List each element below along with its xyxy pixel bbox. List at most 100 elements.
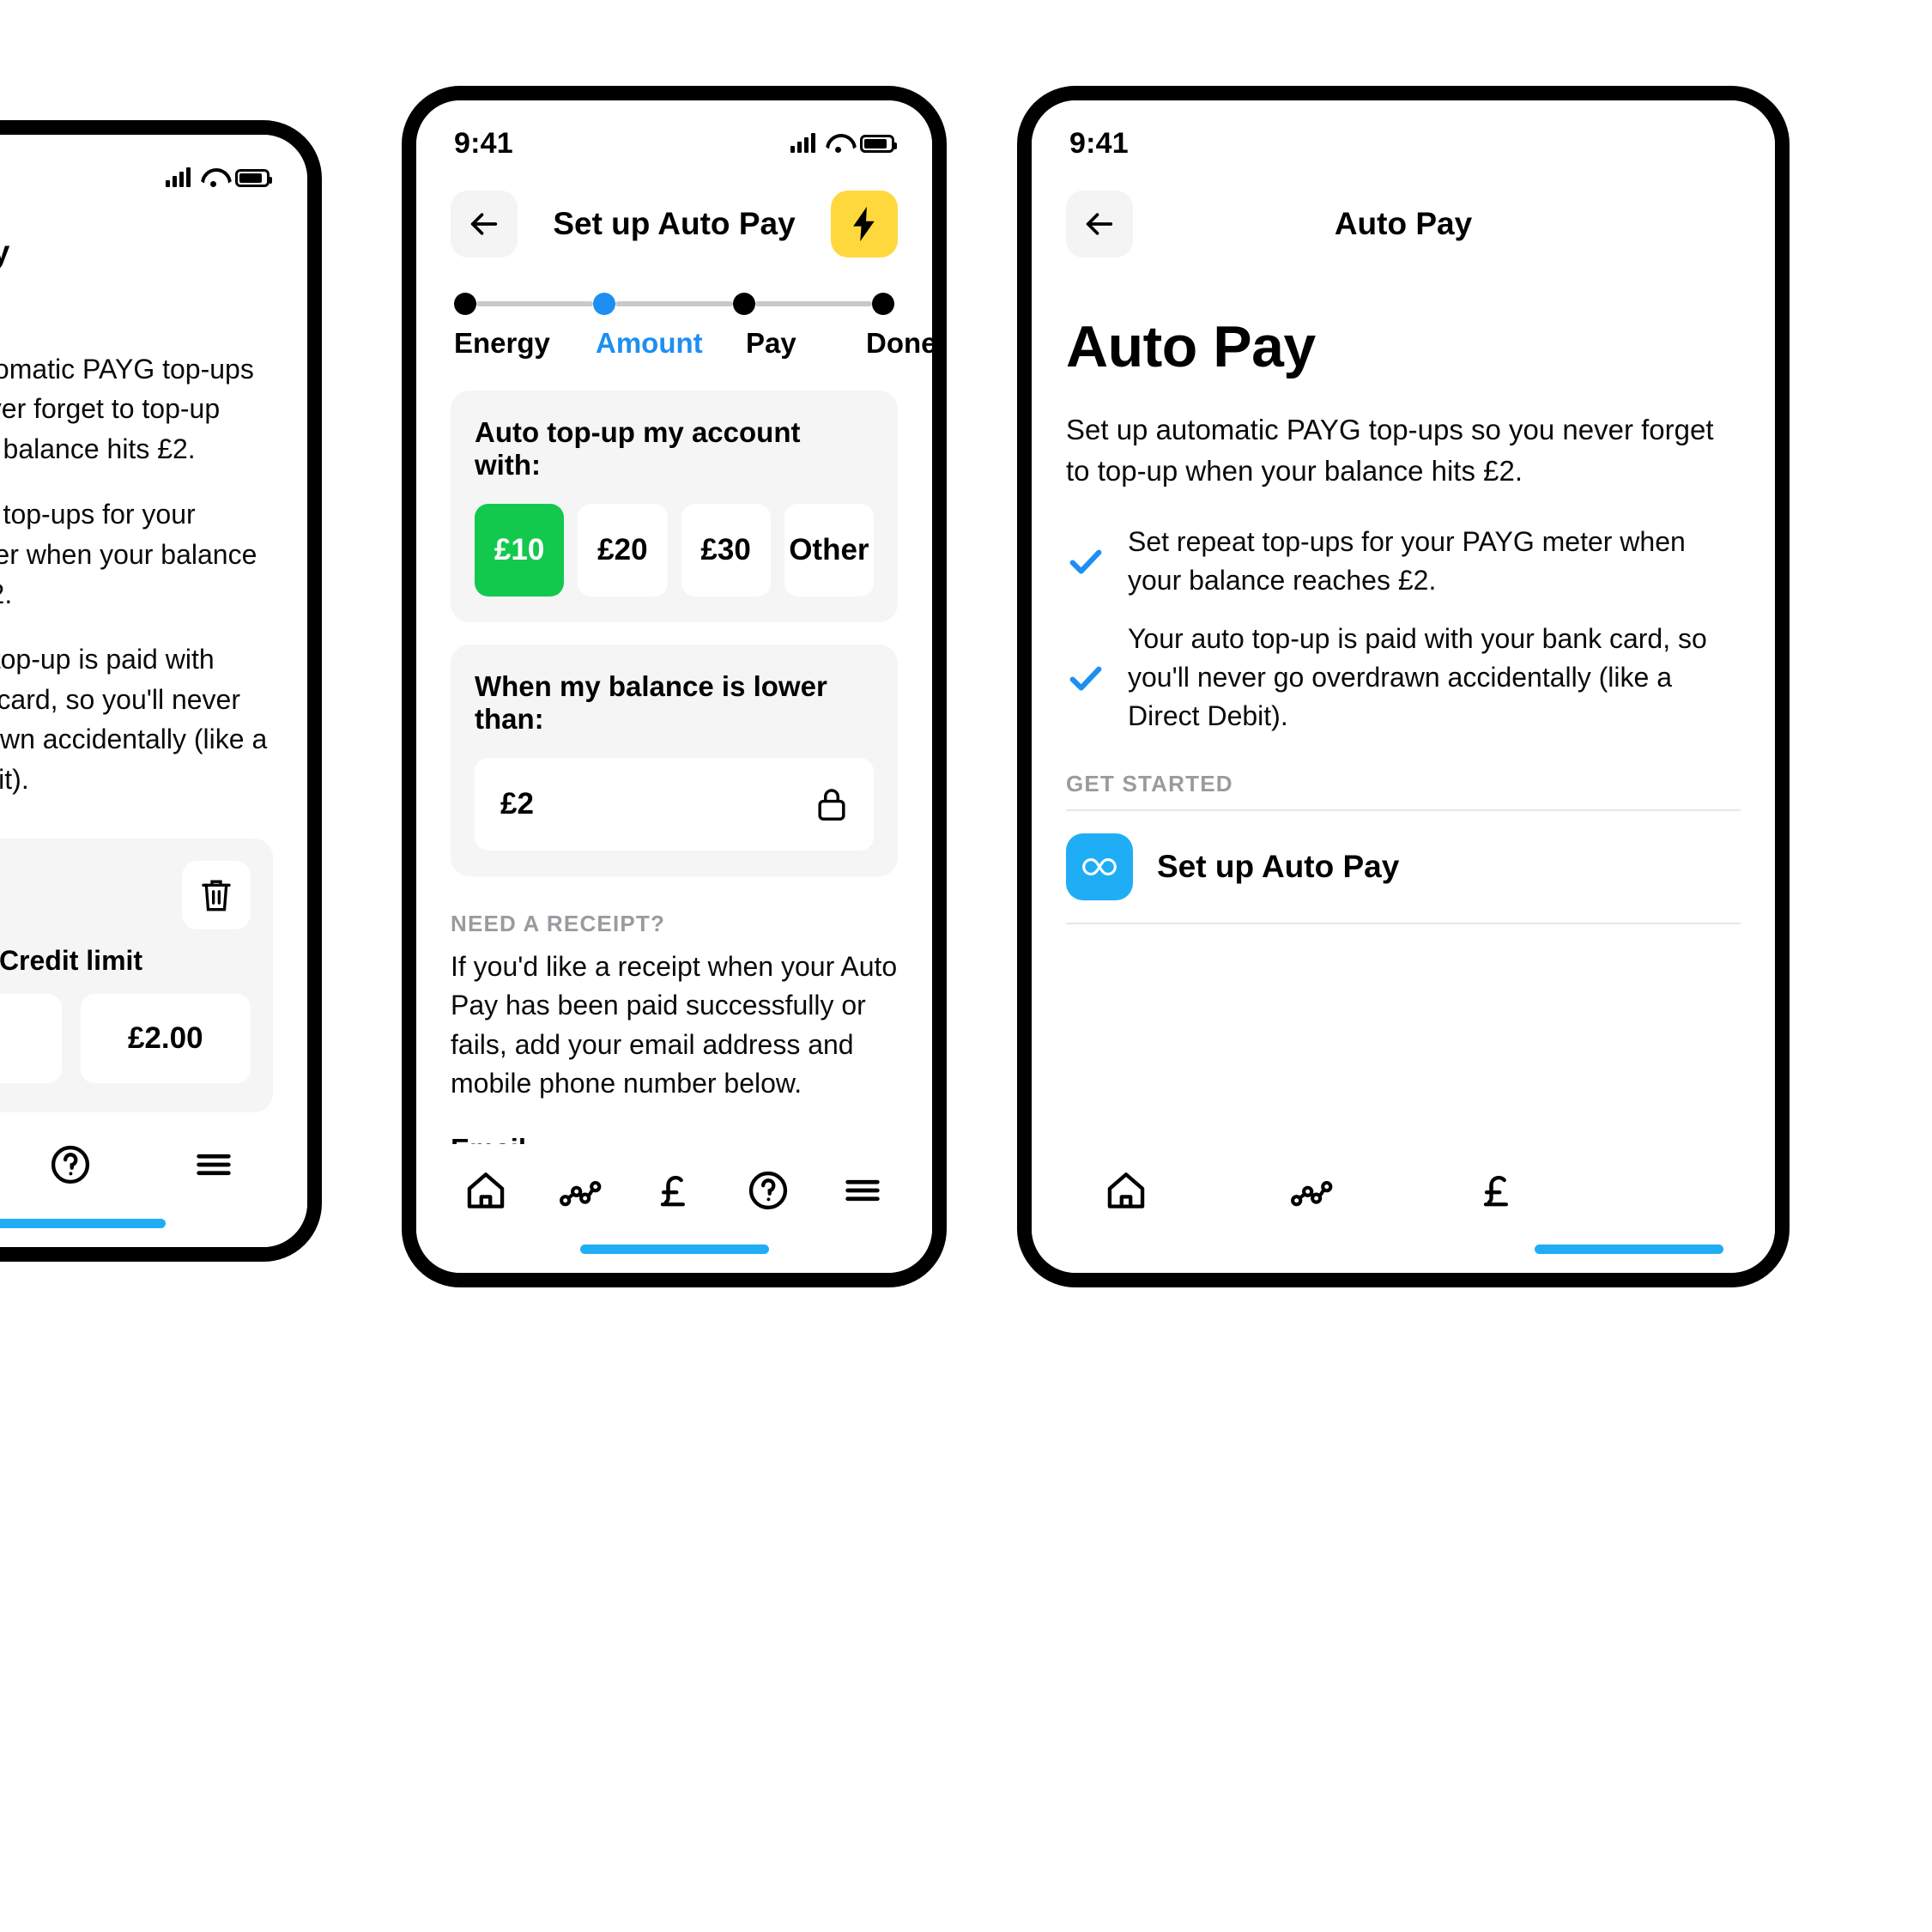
credit-limit-values: £2.00 — [0, 993, 251, 1083]
amount-option-10[interactable]: £10 — [475, 504, 565, 597]
arrow-left-icon — [1086, 213, 1113, 235]
tab-home[interactable] — [445, 1158, 527, 1223]
left-status-bar — [0, 135, 307, 205]
status-time: 9:41 — [454, 126, 513, 160]
right-intro: Set up automatic PAYG top-ups so you nev… — [1066, 414, 1714, 487]
mockup-stage: Auto Pay Set up automatic PAYG top-ups s… — [0, 0, 1932, 1932]
left-paragraph-2: Set repeat top-ups for your PAYG meter w… — [0, 499, 257, 609]
battery-icon — [235, 168, 272, 187]
right-tab-bar — [1032, 1144, 1775, 1273]
wifi-icon — [826, 134, 850, 153]
step-dot-pay[interactable] — [732, 293, 755, 315]
left-body: Set up automatic PAYG top-ups so you nev… — [0, 349, 273, 799]
battery-icon — [860, 134, 897, 153]
threshold-card-title: When my balance is lower than: — [475, 670, 827, 735]
left-screen: Auto Pay Set up automatic PAYG top-ups s… — [0, 135, 307, 1247]
step-dot-energy[interactable] — [454, 293, 476, 315]
wifi-icon — [201, 168, 225, 187]
tab-payments[interactable] — [1456, 1158, 1538, 1223]
quick-action-button[interactable] — [831, 191, 898, 257]
infinity-icon-badge — [1066, 833, 1133, 900]
right-status-bar: 9:41 — [1032, 100, 1775, 171]
amount-card-title: Auto top-up my account with: — [475, 416, 801, 481]
step-label-amount: Amount — [596, 327, 703, 359]
amount-option-other[interactable]: Other — [784, 504, 874, 597]
home-indicator — [579, 1245, 769, 1254]
left-tab-bar — [0, 1118, 307, 1247]
check-icon — [1066, 658, 1105, 698]
right-heading: Auto Pay — [1066, 314, 1316, 379]
step-segment-2 — [615, 301, 733, 306]
status-icons — [790, 133, 897, 153]
lock-icon — [818, 789, 845, 821]
status-icons — [166, 167, 272, 187]
amount-options: £10 £20 £30 Other — [475, 504, 874, 597]
left-paragraph-3: Your auto top-up is paid with your bank … — [0, 644, 268, 795]
hamburger-icon — [197, 1154, 231, 1176]
tab-menu[interactable] — [821, 1158, 904, 1223]
lightning-bolt-icon — [853, 206, 875, 242]
credit-limit-card: Credit limit £2.00 — [0, 838, 273, 1112]
pound-icon — [1483, 1175, 1508, 1207]
tab-usage[interactable] — [539, 1158, 621, 1223]
right-screen: 9:41 Auto Pay Auto Pay Set up automatic … — [1032, 100, 1775, 1273]
center-status-bar: 9:41 — [416, 100, 932, 171]
delete-button[interactable] — [182, 860, 251, 930]
phone-left: Auto Pay Set up automatic PAYG top-ups s… — [0, 120, 322, 1262]
phone-right: 9:41 Auto Pay Auto Pay Set up automatic … — [1017, 86, 1790, 1287]
home-indicator — [1535, 1245, 1723, 1254]
benefit-text-2: Your auto top-up is paid with your bank … — [1128, 622, 1707, 732]
get-started-label: GET STARTED — [1066, 770, 1233, 796]
receipt-description: If you'd like a receipt when your Auto P… — [451, 951, 898, 1099]
usage-chart-icon — [1291, 1181, 1333, 1207]
tab-help[interactable] — [727, 1158, 809, 1223]
threshold-value: £2 — [500, 787, 534, 821]
back-button[interactable] — [451, 191, 518, 257]
home-indicator — [0, 1219, 166, 1228]
credit-limit-caption: Credit limit — [0, 944, 143, 976]
credit-limit-value-left[interactable] — [0, 993, 62, 1083]
phone-center: 9:41 Set up Auto Pay Energy Amount Pay D… — [402, 86, 947, 1287]
home-icon — [1107, 1172, 1145, 1208]
list-item: Your auto top-up is paid with your bank … — [1066, 620, 1741, 736]
tab-payments[interactable] — [633, 1158, 715, 1223]
progress-stepper: Energy Amount Pay Done — [451, 279, 932, 368]
setup-auto-pay-label: Set up Auto Pay — [1157, 848, 1400, 884]
left-page-title: Auto Pay — [0, 212, 273, 270]
threshold-value-field[interactable]: £2 — [475, 758, 874, 851]
infinity-icon — [1082, 857, 1117, 875]
amount-option-30[interactable]: £30 — [681, 504, 771, 597]
back-button[interactable] — [1066, 191, 1133, 257]
tab-help[interactable] — [29, 1132, 112, 1197]
left-paragraph-1: Set up automatic PAYG top-ups so you nev… — [0, 354, 254, 464]
amount-option-20[interactable]: £20 — [578, 504, 668, 597]
check-icon — [1066, 542, 1105, 581]
right-page-title: Auto Pay — [1334, 206, 1473, 241]
stepper-dots — [454, 293, 894, 315]
credit-limit-value-right[interactable]: £2.00 — [80, 993, 251, 1083]
arrow-left-icon — [470, 213, 498, 235]
pound-icon — [661, 1175, 686, 1207]
center-nav-bar: Set up Auto Pay — [416, 171, 932, 272]
question-circle-icon — [51, 1145, 90, 1184]
benefit-text-1: Set repeat top-ups for your PAYG meter w… — [1128, 525, 1686, 597]
step-label-pay: Pay — [746, 327, 796, 359]
email-label: Email — [451, 1133, 898, 1144]
left-content: Auto Pay Set up automatic PAYG top-ups s… — [0, 205, 307, 1118]
tab-home[interactable] — [1085, 1158, 1167, 1223]
hamburger-icon — [845, 1179, 880, 1202]
step-dot-amount[interactable] — [593, 293, 616, 315]
tab-menu[interactable] — [173, 1132, 255, 1197]
right-nav-bar: Auto Pay — [1032, 171, 1775, 272]
threshold-card: When my balance is lower than: £2 — [451, 645, 898, 876]
step-dot-done[interactable] — [871, 293, 894, 315]
step-segment-1 — [476, 301, 594, 306]
center-screen: 9:41 Set up Auto Pay Energy Amount Pay D… — [416, 100, 932, 1273]
tab-usage[interactable] — [1270, 1158, 1353, 1223]
step-label-energy: Energy — [454, 327, 550, 359]
signal-icon — [790, 133, 815, 153]
status-time: 9:41 — [1069, 126, 1129, 160]
usage-chart-icon — [559, 1181, 602, 1207]
setup-auto-pay-row[interactable]: Set up Auto Pay — [1066, 809, 1741, 924]
signal-icon — [166, 167, 191, 187]
